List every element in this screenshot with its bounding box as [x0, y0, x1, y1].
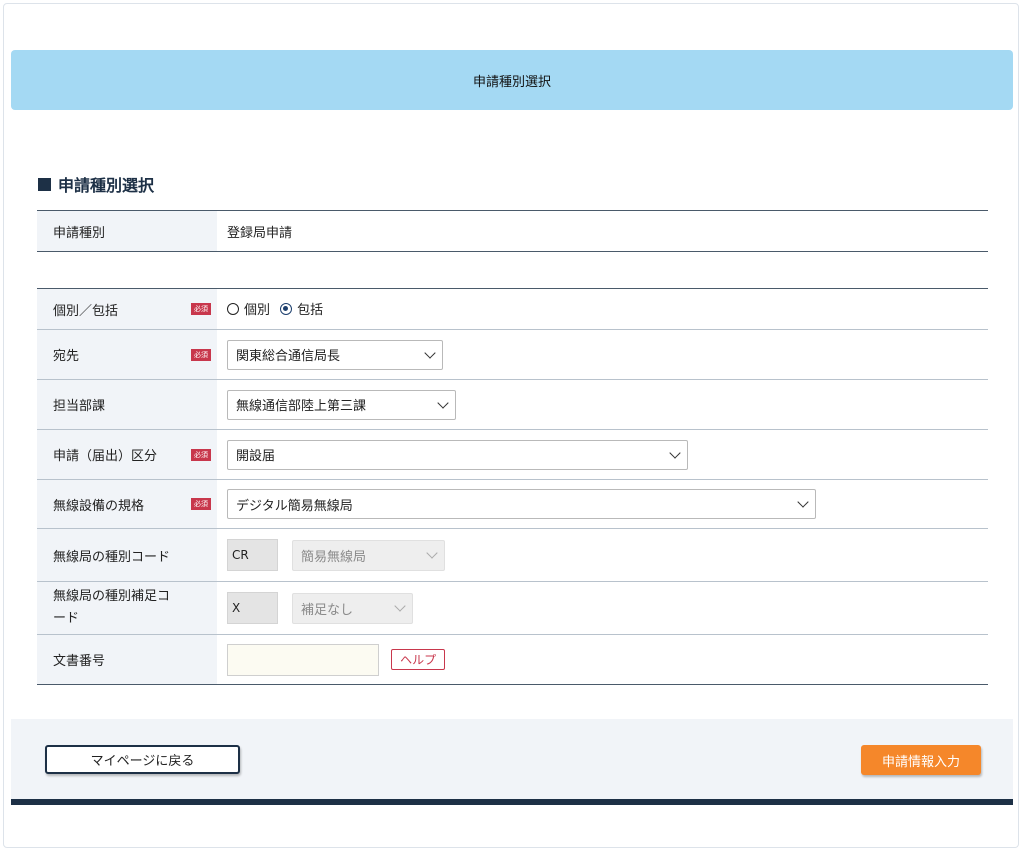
row-department: 担当部課 無線通信部陸上第三課: [37, 379, 988, 430]
department-label: 担当部課: [53, 399, 106, 414]
row-individual: 個別／包括 必須 個別 包括: [37, 288, 988, 330]
radio-bulk-label: 包括: [297, 303, 324, 319]
required-badge: 必須: [191, 498, 211, 510]
back-button-label: マイページに戻る: [90, 754, 195, 769]
section-heading: 申請種別選択: [38, 172, 154, 196]
radio-individual[interactable]: 個別: [227, 299, 270, 318]
application-type-select[interactable]: 開設届: [227, 439, 688, 470]
radio-unchecked-icon[interactable]: [227, 302, 239, 315]
station-subcode-label-1: 無線局の種別補足コ: [53, 589, 171, 604]
row-station-subcode: 無線局の種別補足コ ード X 補足なし: [37, 581, 988, 635]
required-badge: 必須: [191, 348, 211, 361]
square-bullet-icon: [38, 177, 51, 191]
chevron-down-icon: [426, 547, 438, 559]
footer-divider: [11, 799, 1013, 805]
station-type-code-box: CR: [227, 539, 278, 571]
summary-table: 申請種別 登録局申請: [37, 210, 988, 252]
back-to-mypage-button[interactable]: マイページに戻る: [45, 745, 240, 774]
required-badge: 必須: [191, 448, 211, 461]
station-type-value: 簡易無線局: [301, 549, 367, 565]
individual-label: 個別／包括: [53, 303, 119, 319]
application-type-value: 開設届: [236, 449, 276, 464]
destination-label: 宛先: [53, 349, 80, 364]
radio-checked-icon[interactable]: [280, 302, 293, 315]
radio-individual-label: 個別: [244, 303, 271, 319]
station-subcode-box: X: [227, 592, 278, 624]
help-button[interactable]: ヘルプ: [391, 649, 446, 670]
department-value: 無線通信部陸上第三課: [236, 399, 367, 414]
page-banner: 申請種別選択: [11, 50, 1013, 110]
station-type-code-label: 無線局の種別コード: [53, 549, 171, 565]
station-type-select: 簡易無線局: [292, 539, 445, 571]
destination-value: 関東総合通信局長: [236, 349, 341, 364]
row-station-type-code: 無線局の種別コード CR 簡易無線局: [37, 528, 988, 582]
chevron-down-icon: [394, 600, 406, 612]
row-application-type: 申請（届出）区分 必須 開設届: [37, 429, 988, 480]
banner-title: 申請種別選択: [472, 74, 551, 90]
document-number-label: 文書番号: [53, 654, 106, 669]
enter-application-info-button[interactable]: 申請情報入力: [861, 745, 981, 775]
row-equipment-spec: 無線設備の規格 必須 デジタル簡易無線局: [37, 479, 988, 529]
next-button-label: 申請情報入力: [881, 754, 960, 770]
table-row: 申請種別 登録局申請: [37, 210, 988, 252]
chevron-down-icon: [669, 446, 681, 459]
chevron-down-icon: [424, 346, 436, 359]
row-destination: 宛先 必須 関東総合通信局長: [37, 329, 988, 380]
station-subcode-select: 補足なし: [292, 592, 413, 624]
destination-select[interactable]: 関東総合通信局長: [227, 339, 443, 370]
station-subcode-value: 補足なし: [301, 602, 354, 618]
station-subcode-label-2: ード: [53, 611, 80, 626]
application-form: 個別／包括 必須 個別 包括 宛先 必須 関東総合通信局長 担当部課 無線通信部…: [37, 288, 988, 685]
radio-bulk[interactable]: 包括: [280, 299, 323, 318]
summary-value: 登録局申請: [227, 225, 293, 241]
chevron-down-icon: [437, 396, 449, 409]
department-select[interactable]: 無線通信部陸上第三課: [227, 389, 456, 420]
equipment-spec-value: デジタル簡易無線局: [236, 498, 353, 514]
application-type-label: 申請（届出）区分: [53, 449, 158, 464]
equipment-spec-label: 無線設備の規格: [53, 498, 145, 514]
equipment-spec-select[interactable]: デジタル簡易無線局: [227, 489, 816, 519]
row-document-number: 文書番号 ヘルプ: [37, 634, 988, 685]
required-badge: 必須: [191, 303, 211, 315]
section-title: 申請種別選択: [58, 176, 155, 195]
document-number-input[interactable]: [227, 643, 379, 676]
chevron-down-icon: [797, 496, 809, 508]
summary-label: 申請種別: [37, 210, 217, 252]
